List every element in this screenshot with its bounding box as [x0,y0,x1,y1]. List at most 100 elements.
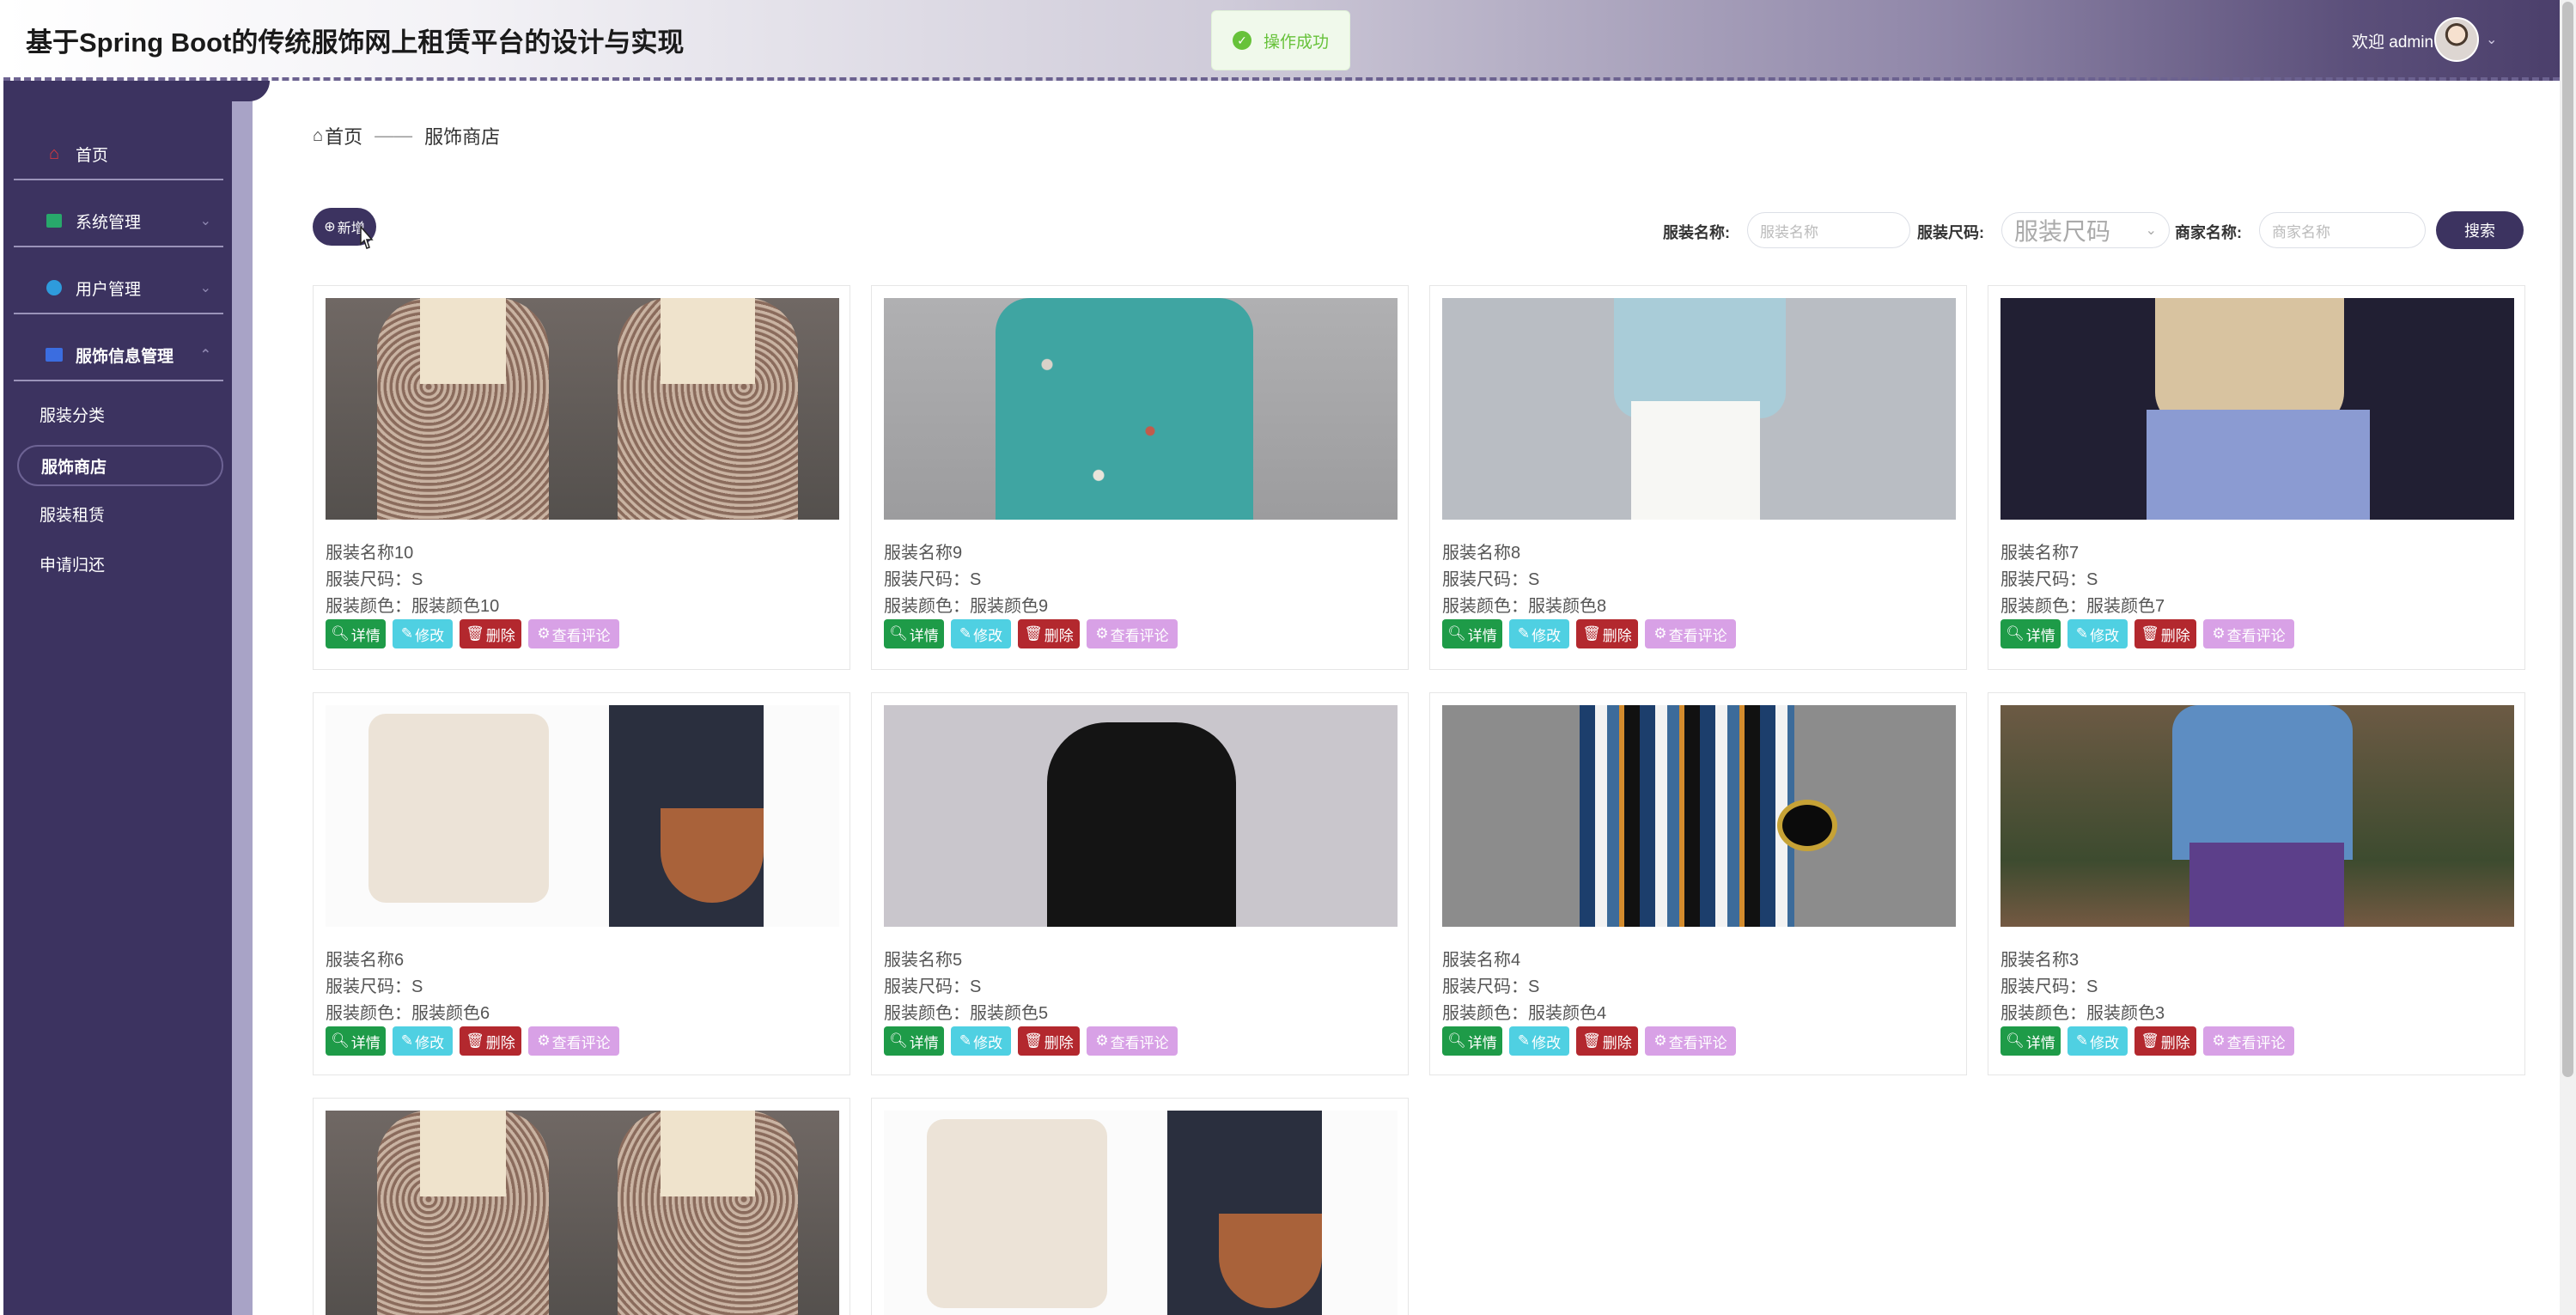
edit-icon: ✎ [1517,625,1531,642]
review-label: 查看评论 [1110,1034,1169,1051]
product-image[interactable] [1442,705,1956,927]
detail-button[interactable]: 🔍︎ 详情 [326,1026,386,1056]
review-button[interactable]: ⚙ 查看评论 [1087,619,1178,648]
product-name: 服装名称5 [884,951,963,970]
edit-icon: ✎ [959,625,972,642]
product-image[interactable] [884,705,1398,927]
detail-button[interactable]: 🔍︎ 详情 [2001,1026,2061,1056]
sidebar-item-system[interactable]: 系统管理 ⌄ [14,196,223,247]
review-button[interactable]: ⚙ 查看评论 [1087,1026,1178,1056]
edit-button[interactable]: ✎ 修改 [951,1026,1011,1056]
edit-button[interactable]: ✎ 修改 [1509,619,1569,648]
card-actions: 🔍︎ 详情 ✎ 修改 🗑︎ 删除 ⚙ 查看评论 [326,619,619,648]
detail-label: 详情 [350,627,381,644]
edit-button[interactable]: ✎ 修改 [393,619,453,648]
review-button[interactable]: ⚙ 查看评论 [2203,619,2294,648]
detail-button[interactable]: 🔍︎ 详情 [2001,619,2061,648]
detail-label: 详情 [2025,627,2055,644]
edit-button[interactable]: ✎ 修改 [1509,1026,1569,1056]
product-image[interactable] [326,1111,839,1315]
app-title: 基于Spring Boot的传统服饰网上租赁平台的设计与实现 [26,27,685,58]
product-image[interactable] [326,705,839,927]
trash-icon: 🗑︎ [466,625,484,642]
edit-button[interactable]: ✎ 修改 [2067,1026,2128,1056]
sidebar-subitem-rental[interactable]: 服装租赁 [17,493,223,534]
edit-label: 修改 [415,1034,445,1051]
sidebar-item-label: 首页 [76,146,109,165]
gear-icon: ⚙ [1095,1032,1109,1049]
trash-icon: 🗑︎ [2141,625,2159,642]
product-image[interactable] [1442,298,1956,520]
sidebar-item-users[interactable]: 用户管理 ⌄ [14,263,223,314]
product-color: 服装颜色：服装颜色8 [1442,597,1607,616]
trash-icon: 🗑︎ [1582,625,1601,642]
sidebar-subitem-return[interactable]: 申请归还 [17,543,223,584]
delete-button[interactable]: 🗑︎ 删除 [1576,619,1638,648]
chevron-down-icon[interactable]: ⌄ [2486,31,2497,48]
review-button[interactable]: ⚙ 查看评论 [2203,1026,2294,1056]
edit-button[interactable]: ✎ 修改 [951,619,1011,648]
product-image[interactable] [884,298,1398,520]
scrollbar-thumb[interactable] [2562,2,2573,1077]
avatar[interactable] [2434,17,2479,62]
detail-button[interactable]: 🔍︎ 详情 [1442,619,1502,648]
product-image[interactable] [2001,705,2514,927]
product-image[interactable] [884,1111,1398,1315]
product-size: 服装尺码：S [884,570,982,589]
edit-button[interactable]: ✎ 修改 [393,1026,453,1056]
detail-label: 详情 [909,1034,939,1051]
success-toast: ✓ 操作成功 [1211,10,1350,70]
delete-button[interactable]: 🗑︎ 删除 [2134,1026,2196,1056]
delete-button[interactable]: 🗑︎ 删除 [460,1026,521,1056]
search-icon: 🔍︎ [1447,1032,1466,1049]
name-search-input[interactable]: 服装名称 [1747,212,1910,248]
card-actions: 🔍︎ 详情 ✎ 修改 🗑︎ 删除 ⚙ 查看评论 [2001,619,2294,648]
delete-button[interactable]: 🗑︎ 删除 [1018,1026,1080,1056]
size-select[interactable]: 服装尺码 ⌄ [2001,212,2170,248]
edit-icon: ✎ [959,1032,972,1049]
detail-button[interactable]: 🔍︎ 详情 [326,619,386,648]
size-search-label: 服装尺码: [1917,224,1984,241]
delete-button[interactable]: 🗑︎ 删除 [1018,619,1080,648]
product-image[interactable] [326,298,839,520]
delete-button[interactable]: 🗑︎ 删除 [1576,1026,1638,1056]
merchant-search-input[interactable]: 商家名称 [2259,212,2426,248]
product-size: 服装尺码：S [2001,570,2098,589]
review-button[interactable]: ⚙ 查看评论 [1645,1026,1736,1056]
search-icon: 🔍︎ [889,625,908,642]
sidebar-subitem-category[interactable]: 服装分类 [17,393,223,435]
product-card [313,1098,850,1315]
review-button[interactable]: ⚙ 查看评论 [1645,619,1736,648]
detail-button[interactable]: 🔍︎ 详情 [1442,1026,1502,1056]
edit-icon: ✎ [1517,1032,1531,1049]
product-image[interactable] [2001,298,2514,520]
product-card: 服装名称4 服装尺码：S 服装颜色：服装颜色4 🔍︎ 详情 ✎ 修改 🗑︎ 删除 ⚙ 查… [1429,692,1967,1075]
review-button[interactable]: ⚙ 查看评论 [528,1026,619,1056]
review-button[interactable]: ⚙ 查看评论 [528,619,619,648]
delete-button[interactable]: 🗑︎ 删除 [2134,619,2196,648]
edit-label: 修改 [1532,627,1562,644]
breadcrumb-home[interactable]: 首页 [325,122,362,149]
review-label: 查看评论 [1668,627,1727,644]
detail-button[interactable]: 🔍︎ 详情 [884,1026,944,1056]
sidebar-item-home[interactable]: ⌂ 首页 [14,129,223,180]
delete-button[interactable]: 🗑︎ 删除 [460,619,521,648]
search-button[interactable]: 搜索 [2436,211,2524,249]
sidebar-item-label: 用户管理 [76,280,142,299]
product-card: 服装名称9 服装尺码：S 服装颜色：服装颜色9 🔍︎ 详情 ✎ 修改 🗑︎ 删除 ⚙ 查… [871,285,1409,670]
trash-icon: 🗑︎ [1024,625,1043,642]
card-actions: 🔍︎ 详情 ✎ 修改 🗑︎ 删除 ⚙ 查看评论 [884,1026,1178,1056]
sidebar-item-clothing-info[interactable]: 服饰信息管理 ⌃ [14,330,223,381]
edit-button[interactable]: ✎ 修改 [2067,619,2128,648]
sidebar-subitem-shop[interactable]: 服饰商店 [17,445,223,486]
detail-button[interactable]: 🔍︎ 详情 [884,619,944,648]
product-color: 服装颜色：服装颜色5 [884,1004,1049,1023]
card-actions: 🔍︎ 详情 ✎ 修改 🗑︎ 删除 ⚙ 查看评论 [326,1026,619,1056]
product-name: 服装名称6 [326,951,405,970]
delete-label: 删除 [1044,627,1074,644]
product-card: 服装名称8 服装尺码：S 服装颜色：服装颜色8 🔍︎ 详情 ✎ 修改 🗑︎ 删除 ⚙ 查… [1429,285,1967,670]
chevron-up-icon: ⌃ [199,348,211,362]
search-icon: 🔍︎ [331,1032,350,1049]
product-color: 服装颜色：服装颜色6 [326,1004,490,1023]
page-scrollbar[interactable] [2560,0,2576,1315]
